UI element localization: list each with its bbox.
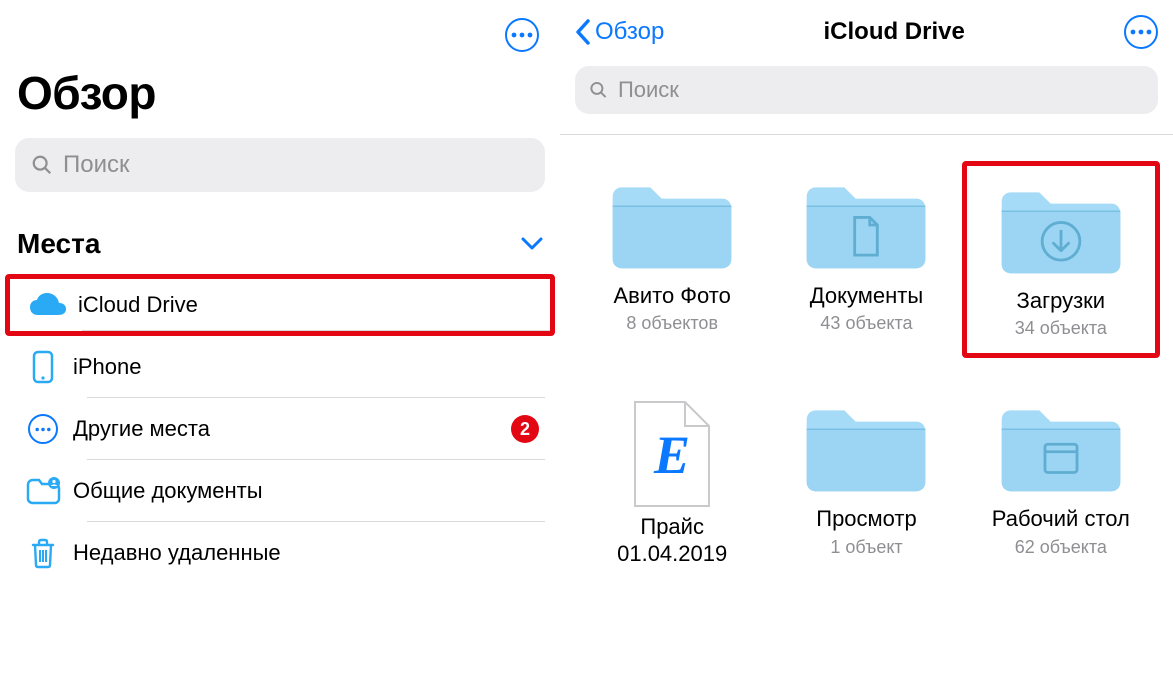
trash-icon [29,537,57,569]
item-name: Прайс 01.04.2019 [585,514,759,567]
search-box-right[interactable] [575,66,1158,114]
search-box-left[interactable] [15,138,545,192]
item-subtitle: 8 объектов [626,313,718,334]
location-trash[interactable]: Недавно удаленные [15,522,545,584]
location-icloud-drive[interactable]: iCloud Drive [5,274,555,336]
back-button[interactable]: Обзор [575,18,664,46]
chevron-left-icon [575,19,591,45]
back-label: Обзор [595,18,664,46]
locations-header[interactable]: Места [15,222,545,274]
search-input-right[interactable] [618,77,1144,103]
location-label: Другие места [73,416,511,442]
file-icon: E [627,398,717,510]
location-label: Общие документы [73,478,545,504]
badge-count: 2 [511,415,539,443]
item-name: Просмотр [816,506,916,532]
more-button-left[interactable] [505,18,539,52]
folder-downloads-icon [996,180,1126,280]
folder-item[interactable]: Документы 43 объекта [779,175,953,344]
item-subtitle: 34 объекта [1015,318,1107,339]
content-title: iCloud Drive [823,18,964,46]
location-label: iCloud Drive [78,292,540,318]
folder-item[interactable]: Авито Фото 8 объектов [585,175,759,344]
more-icon [35,427,51,432]
search-icon [31,154,53,176]
item-subtitle: 62 объекта [1015,537,1107,558]
left-toolbar [15,10,545,56]
location-iphone[interactable]: iPhone [15,336,545,398]
shared-folder-icon [25,477,61,505]
folder-documents-icon [801,175,931,275]
chevron-down-icon [521,237,543,251]
browse-title: Обзор [17,66,545,120]
item-subtitle: 43 объекта [820,313,912,334]
cloud-icon [28,291,68,319]
item-name: Авито Фото [613,283,730,309]
folder-item[interactable]: Просмотр 1 объект [779,398,953,571]
locations-list: iCloud Drive iPhone Другие места 2 [15,274,545,584]
location-label: Недавно удаленные [73,540,545,566]
more-icon [1130,29,1152,35]
folder-icon [801,398,931,498]
folder-desktop-icon [996,398,1126,498]
file-item[interactable]: E Прайс 01.04.2019 [585,398,759,571]
item-name: Документы [810,283,923,309]
phone-icon [32,350,54,384]
locations-title: Места [17,228,100,260]
item-name: Загрузки [1017,288,1106,314]
location-label: iPhone [73,354,545,380]
folder-icon [607,175,737,275]
more-icon [511,32,533,38]
search-input-left[interactable] [63,151,529,179]
content-navbar: Обзор iCloud Drive [575,10,1158,54]
folder-item-downloads[interactable]: Загрузки 34 объекта [962,161,1160,358]
search-icon [589,80,608,100]
items-grid: Авито Фото 8 объектов Документы 43 объек… [575,135,1158,571]
content-panel: Обзор iCloud Drive Авито Фото 8 объектов [560,0,1173,681]
location-other[interactable]: Другие места 2 [15,398,545,460]
more-button-right[interactable] [1124,15,1158,49]
folder-item[interactable]: Рабочий стол 62 объекта [974,398,1148,571]
browse-panel: Обзор Места iCloud Drive [0,0,560,681]
item-name: Рабочий стол [992,506,1130,532]
svg-text:E: E [653,425,690,485]
item-subtitle: 1 объект [830,537,902,558]
location-shared[interactable]: Общие документы [15,460,545,522]
